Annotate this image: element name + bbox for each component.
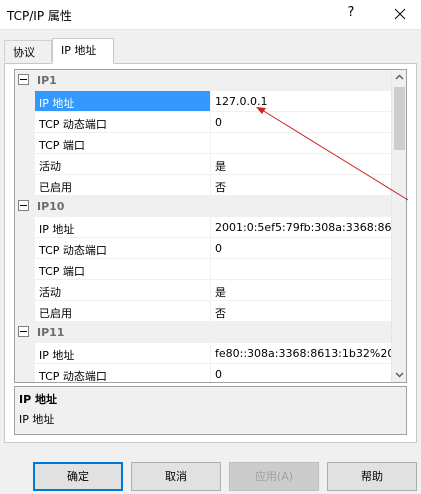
- property-row[interactable]: TCP 动态端口 0: [15, 112, 391, 133]
- property-value[interactable]: 2001:0:5ef5:79fb:308a:3368:8613:: [211, 217, 391, 238]
- help-icon[interactable]: ?: [343, 5, 359, 23]
- property-value[interactable]: 否: [211, 175, 391, 196]
- collapse-toggle-icon[interactable]: [18, 74, 29, 85]
- close-icon[interactable]: [389, 4, 411, 24]
- property-name[interactable]: TCP 动态端口: [35, 112, 211, 133]
- property-name[interactable]: TCP 动态端口: [35, 238, 211, 259]
- row-margin: [15, 364, 35, 382]
- property-value[interactable]: 0: [211, 112, 391, 133]
- property-name[interactable]: IP 地址: [35, 217, 211, 238]
- tab-ip-address[interactable]: IP 地址: [52, 38, 114, 64]
- category-row[interactable]: IP11: [15, 322, 391, 343]
- tab-panel: IP1 IP 地址 127.0.0.1 TCP 动态端口 0 TCP 端口 活动是已启用否 I…: [4, 63, 417, 443]
- vertical-scrollbar[interactable]: [391, 70, 406, 382]
- scroll-down-icon[interactable]: [392, 367, 406, 382]
- row-margin: [15, 280, 35, 301]
- property-value[interactable]: 127.0.0.1: [211, 91, 391, 112]
- property-row[interactable]: IP 地址 fe80::308a:3368:8613:1b32%20: [15, 343, 391, 364]
- property-value[interactable]: 是: [211, 154, 391, 175]
- description-title: IP 地址: [19, 393, 57, 406]
- property-grid-body: IP1 IP 地址 127.0.0.1 TCP 动态端口 0 TCP 端口 活动是已启用否 I…: [15, 70, 391, 382]
- collapse-toggle-icon[interactable]: [18, 200, 29, 211]
- property-row[interactable]: TCP 动态端口 0: [15, 238, 391, 259]
- property-row[interactable]: TCP 端口: [15, 133, 391, 154]
- property-row[interactable]: TCP 端口: [15, 259, 391, 280]
- title-bar: TCP/IP 属性 ?: [0, 0, 421, 30]
- category-row[interactable]: IP10: [15, 196, 391, 217]
- category-label: IP10: [37, 200, 65, 213]
- property-name[interactable]: 已启用: [35, 175, 211, 196]
- description-box: IP 地址 IP 地址: [14, 386, 407, 435]
- apply-button[interactable]: 应用(A): [229, 462, 319, 491]
- row-margin: [15, 238, 35, 259]
- property-row[interactable]: 活动是: [15, 154, 391, 175]
- property-name[interactable]: IP 地址: [35, 91, 211, 112]
- property-value[interactable]: 0: [211, 364, 391, 382]
- tab-protocol[interactable]: 协议: [4, 40, 52, 62]
- property-row[interactable]: TCP 动态端口 0: [15, 364, 391, 382]
- collapse-toggle-icon[interactable]: [18, 326, 29, 337]
- property-name[interactable]: IP 地址: [35, 343, 211, 364]
- property-value[interactable]: [211, 133, 391, 154]
- category-row[interactable]: IP1: [15, 70, 391, 91]
- property-value[interactable]: 否: [211, 301, 391, 322]
- property-name[interactable]: TCP 端口: [35, 133, 211, 154]
- cancel-button[interactable]: 取消: [131, 462, 221, 491]
- row-margin: [15, 217, 35, 238]
- row-margin: [15, 154, 35, 175]
- property-row[interactable]: IP 地址 127.0.0.1: [15, 91, 391, 112]
- row-margin: [15, 301, 35, 322]
- description-text: IP 地址: [19, 413, 55, 426]
- row-margin: [15, 133, 35, 154]
- window-title: TCP/IP 属性: [7, 9, 72, 23]
- property-name[interactable]: 活动: [35, 280, 211, 301]
- property-grid[interactable]: IP1 IP 地址 127.0.0.1 TCP 动态端口 0 TCP 端口 活动是已启用否 I…: [14, 69, 407, 383]
- property-value[interactable]: 0: [211, 238, 391, 259]
- row-margin: [15, 343, 35, 364]
- row-margin: [15, 112, 35, 133]
- scroll-up-icon[interactable]: [392, 70, 406, 85]
- property-value[interactable]: fe80::308a:3368:8613:1b32%20: [211, 343, 391, 364]
- property-value[interactable]: [211, 259, 391, 280]
- row-margin: [15, 259, 35, 280]
- property-row[interactable]: 已启用否: [15, 301, 391, 322]
- property-name[interactable]: TCP 端口: [35, 259, 211, 280]
- property-name[interactable]: 活动: [35, 154, 211, 175]
- property-row[interactable]: 活动是: [15, 280, 391, 301]
- category-label: IP1: [37, 74, 57, 87]
- property-row[interactable]: 已启用否: [15, 175, 391, 196]
- property-row[interactable]: IP 地址 2001:0:5ef5:79fb:308a:3368:8613:: [15, 217, 391, 238]
- category-label: IP11: [37, 326, 65, 339]
- help-button[interactable]: 帮助: [327, 462, 417, 491]
- property-name[interactable]: 已启用: [35, 301, 211, 322]
- row-margin: [15, 175, 35, 196]
- scrollbar-thumb[interactable]: [394, 87, 405, 150]
- row-margin: [15, 91, 35, 112]
- ok-button[interactable]: 确定: [33, 462, 123, 491]
- property-value[interactable]: 是: [211, 280, 391, 301]
- property-name[interactable]: TCP 动态端口: [35, 364, 211, 382]
